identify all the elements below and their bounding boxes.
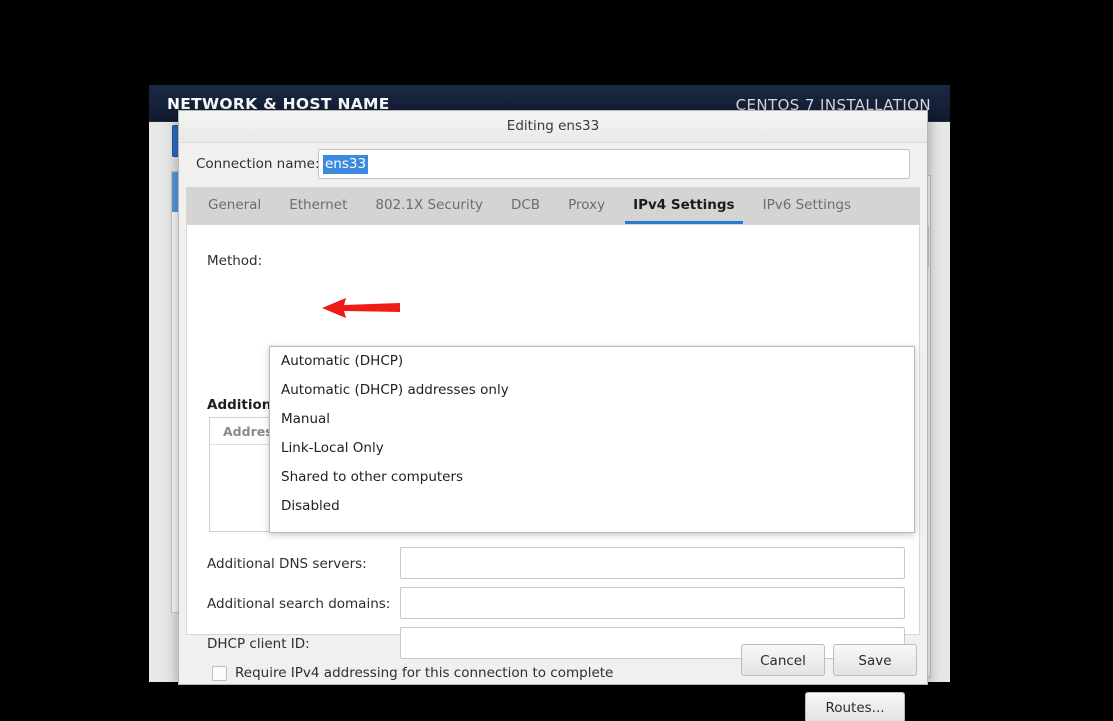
tab-dcb[interactable]: DCB bbox=[497, 187, 554, 224]
method-option-shared-to-other-computers[interactable]: Shared to other computers bbox=[270, 463, 914, 492]
search-domains-input[interactable] bbox=[400, 587, 905, 619]
tab-label: IPv4 Settings bbox=[633, 197, 735, 213]
connection-name-value: ens33 bbox=[323, 155, 369, 174]
method-option-disabled[interactable]: Disabled bbox=[270, 492, 914, 521]
tab-ethernet[interactable]: Ethernet bbox=[275, 187, 361, 224]
tab-ipv6-settings[interactable]: IPv6 Settings bbox=[749, 187, 865, 224]
search-domains-label: Additional search domains: bbox=[207, 596, 391, 612]
tab-label: General bbox=[208, 197, 262, 213]
settings-tabstrip: General Ethernet 802.1X Security DCB Proxy IP… bbox=[186, 187, 920, 224]
routes-button[interactable]: Routes... bbox=[805, 692, 905, 721]
edit-connection-dialog: Editing ens33 Connection name: ens33 Gen… bbox=[178, 110, 928, 721]
dialog-footer: Cancel Save bbox=[179, 636, 927, 684]
tab-ipv4-settings[interactable]: IPv4 Settings bbox=[619, 187, 749, 224]
method-option-automatic-dhcp[interactable]: Automatic (DHCP) bbox=[270, 347, 914, 376]
tab-proxy[interactable]: Proxy bbox=[554, 187, 619, 224]
dns-servers-row: Additional DNS servers: bbox=[187, 545, 921, 585]
tab-label: 802.1X Security bbox=[375, 197, 483, 213]
dns-servers-input[interactable] bbox=[400, 547, 905, 579]
method-option-automatic-dhcp-addresses-only[interactable]: Automatic (DHCP) addresses only bbox=[270, 376, 914, 405]
method-label: Method: bbox=[207, 253, 263, 269]
connection-name-label: Connection name: bbox=[196, 156, 320, 172]
dialog-titlebar: Editing ens33 bbox=[179, 111, 927, 143]
tab-label: Ethernet bbox=[289, 197, 348, 213]
column-header-address: Addres bbox=[223, 424, 273, 439]
cancel-button[interactable]: Cancel bbox=[741, 644, 825, 676]
tab-label: DCB bbox=[510, 197, 541, 213]
tab-label: Proxy bbox=[568, 197, 606, 213]
method-option-link-local-only[interactable]: Link-Local Only bbox=[270, 434, 914, 463]
ipv4-settings-panel: Method: Additional Addres Additional DNS… bbox=[186, 224, 921, 721]
dns-servers-label: Additional DNS servers: bbox=[207, 556, 367, 572]
connection-name-input[interactable]: ens33 bbox=[318, 149, 910, 179]
screen-root: NETWORK & HOST NAME CENTOS 7 INSTALLATIO… bbox=[0, 0, 1113, 721]
tab-label: IPv6 Settings bbox=[762, 197, 851, 213]
connection-name-row: Connection name: ens33 bbox=[179, 143, 927, 193]
tab-general[interactable]: General bbox=[194, 187, 275, 224]
search-domains-row: Additional search domains: bbox=[187, 585, 921, 625]
dialog-title: Editing ens33 bbox=[506, 118, 600, 134]
method-dropdown-popup[interactable]: Automatic (DHCP) Automatic (DHCP) address… bbox=[269, 346, 915, 533]
save-button[interactable]: Save bbox=[833, 644, 917, 676]
tab-802-1x-security[interactable]: 802.1X Security bbox=[361, 187, 497, 224]
method-option-manual[interactable]: Manual bbox=[270, 405, 914, 434]
